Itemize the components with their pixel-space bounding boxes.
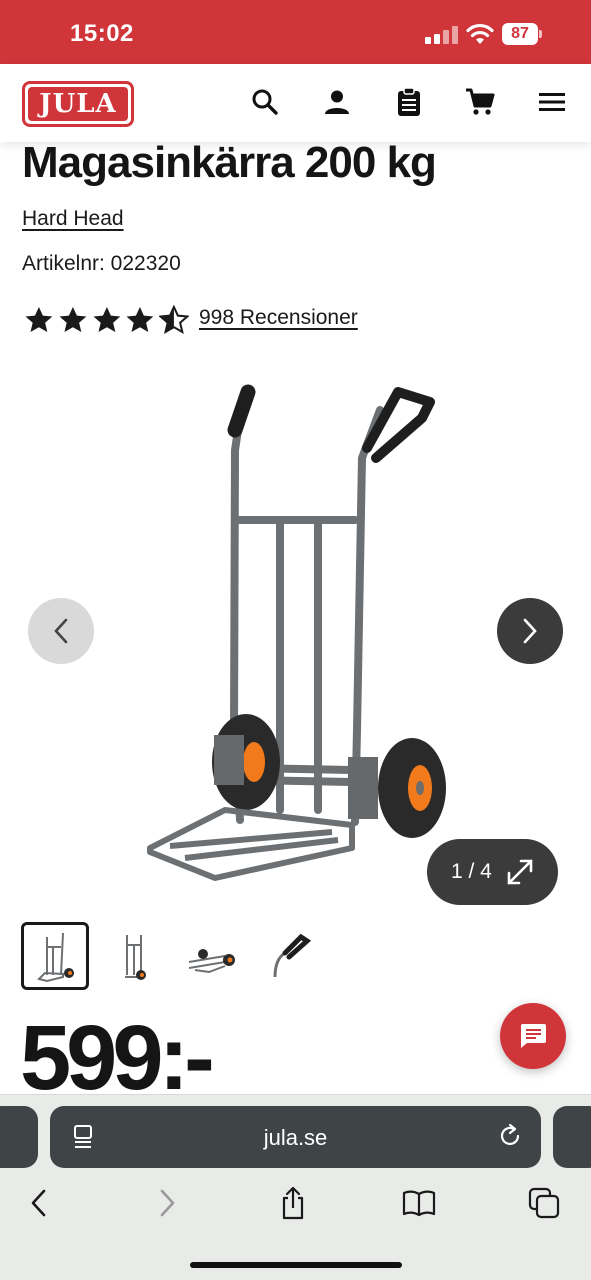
star-icon: [93, 306, 120, 333]
thumbnail-1[interactable]: [21, 922, 89, 990]
rating-stars: [24, 305, 189, 335]
account-icon[interactable]: [320, 85, 354, 119]
site-header: JULA: [0, 64, 591, 142]
logo-text: JULA: [28, 87, 128, 121]
next-tab-preview[interactable]: [553, 1106, 591, 1168]
cart-icon[interactable]: [463, 85, 497, 119]
url-text: jula.se: [263, 1125, 328, 1150]
expand-icon: [507, 859, 533, 885]
tabs-icon[interactable]: [527, 1186, 561, 1220]
brand-link[interactable]: Hard Head: [22, 207, 124, 231]
status-bar: 15:02 87: [0, 0, 591, 64]
star-icon: [59, 306, 87, 333]
bookmarks-icon[interactable]: [402, 1186, 436, 1220]
gallery-counter: 1 / 4: [451, 860, 492, 883]
half-star-icon: [159, 305, 189, 335]
reviews-link[interactable]: 998 Recensioner: [199, 306, 358, 330]
chevron-right-icon: [523, 618, 537, 644]
home-indicator: [190, 1262, 402, 1268]
signal-icon: [425, 26, 458, 44]
thumbnail-4[interactable]: [255, 922, 323, 990]
thumbnail-3[interactable]: [177, 922, 245, 990]
thumbnail-2[interactable]: [99, 922, 167, 990]
jula-logo[interactable]: JULA: [22, 81, 134, 127]
search-icon[interactable]: [248, 85, 282, 119]
battery-icon: 87: [502, 23, 542, 45]
article-number: Artikelnr: 022320: [22, 252, 181, 275]
chevron-left-icon: [54, 618, 68, 644]
star-icon: [126, 306, 154, 333]
chat-button[interactable]: [500, 1003, 566, 1069]
forward-icon[interactable]: [150, 1186, 184, 1220]
address-bar[interactable]: jula.se: [50, 1106, 541, 1168]
gallery-next-button[interactable]: [497, 598, 563, 664]
gallery-prev-button[interactable]: [28, 598, 94, 664]
menu-icon[interactable]: [535, 85, 569, 119]
previous-tab-preview[interactable]: [0, 1106, 38, 1168]
wifi-icon: [464, 22, 496, 46]
back-icon[interactable]: [22, 1186, 56, 1220]
product-image[interactable]: [130, 370, 460, 890]
chat-icon: [520, 1024, 546, 1048]
star-icon: [25, 306, 53, 333]
product-title: Magasinkärra 200 kg: [22, 138, 437, 187]
reload-icon[interactable]: [497, 1123, 523, 1154]
status-time: 15:02: [70, 20, 134, 47]
share-icon[interactable]: [276, 1186, 310, 1220]
shopping-list-icon[interactable]: [392, 85, 426, 119]
price: 599:-: [20, 1007, 215, 1109]
gallery-counter-button[interactable]: 1 / 4: [427, 839, 558, 905]
battery-level: 87: [502, 23, 538, 45]
